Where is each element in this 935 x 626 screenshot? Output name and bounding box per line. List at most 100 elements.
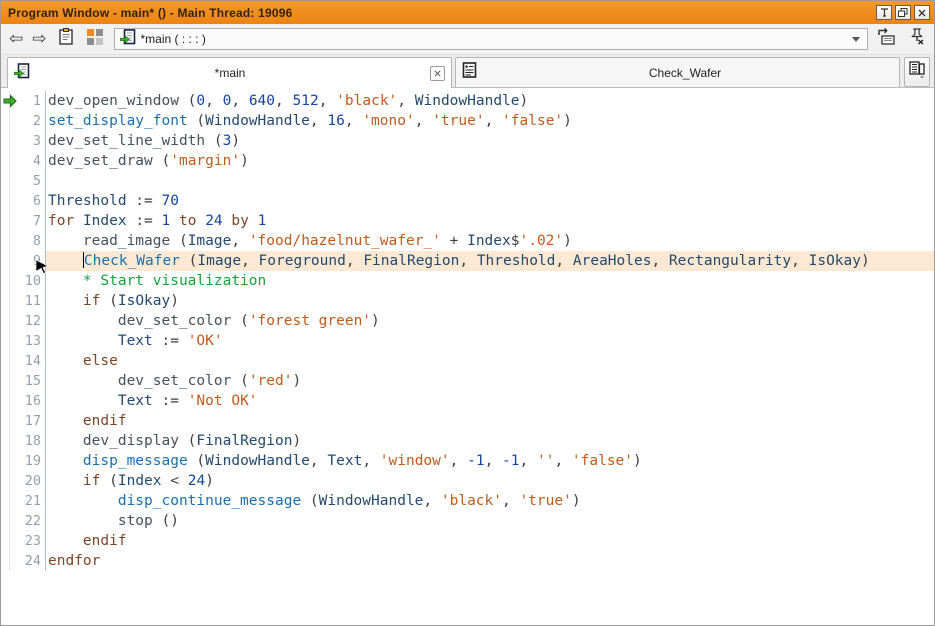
line-number[interactable]: 23 [1, 531, 46, 551]
line-number[interactable]: 5 [1, 171, 46, 191]
line-number[interactable]: 21 [1, 491, 46, 511]
line-number[interactable]: 14 [1, 351, 46, 371]
line-number[interactable]: 2 [1, 111, 46, 131]
code-text[interactable]: read_image (Image, 'food/hazelnut_wafer_… [46, 231, 934, 251]
code-text[interactable]: disp_message (WindowHandle, Text, 'windo… [46, 451, 934, 471]
dock-grid-button[interactable] [85, 29, 105, 49]
tab-list-button[interactable] [904, 57, 930, 87]
line-number[interactable]: 20 [1, 471, 46, 491]
code-line[interactable]: 22 stop () [1, 511, 934, 531]
code-line[interactable]: 12 dev_set_color ('forest green') [1, 311, 934, 331]
code-line[interactable]: 17 endif [1, 411, 934, 431]
line-number[interactable]: 7 [1, 211, 46, 231]
instruction-pointer-icon [3, 94, 17, 108]
restore-window-button[interactable] [895, 5, 911, 20]
code-line[interactable]: 1dev_open_window (0, 0, 640, 512, 'black… [1, 91, 934, 111]
jump-to-procedure-button[interactable] [877, 29, 897, 49]
code-text[interactable]: Check_Wafer (Image, Foreground, FinalReg… [46, 251, 934, 271]
code-text[interactable]: Threshold := 70 [46, 191, 934, 211]
jump-to-icon [878, 28, 896, 50]
code-text[interactable]: else [46, 351, 934, 371]
code-text[interactable]: dev_set_color ('forest green') [46, 311, 934, 331]
line-number[interactable]: 22 [1, 511, 46, 531]
line-number[interactable]: 4 [1, 151, 46, 171]
code-line[interactable]: 20 if (Index < 24) [1, 471, 934, 491]
code-text[interactable] [46, 171, 934, 191]
code-text[interactable]: disp_continue_message (WindowHandle, 'bl… [46, 491, 934, 511]
code-lines: 1dev_open_window (0, 0, 640, 512, 'black… [1, 91, 934, 571]
program-icon [14, 63, 30, 84]
line-number[interactable]: 11 [1, 291, 46, 311]
tab-main-label: *main [30, 66, 430, 80]
line-number[interactable]: 15 [1, 371, 46, 391]
navigate-back-button[interactable]: ⇦ [9, 31, 23, 48]
code-line[interactable]: 16 Text := 'Not OK' [1, 391, 934, 411]
clipboard-icon [58, 28, 74, 50]
program-icon [120, 29, 136, 50]
code-text[interactable]: Text := 'OK' [46, 331, 934, 351]
code-text[interactable]: stop () [46, 511, 934, 531]
title-bar[interactable]: Program Window - main* () - Main Thread:… [1, 1, 934, 24]
tab-main[interactable]: *main [7, 57, 452, 88]
code-text[interactable]: set_display_font (WindowHandle, 16, 'mon… [46, 111, 934, 131]
code-text[interactable]: dev_display (FinalRegion) [46, 431, 934, 451]
line-number[interactable]: 3 [1, 131, 46, 151]
line-number[interactable]: 1 [1, 91, 46, 111]
line-number[interactable]: 24 [1, 551, 46, 571]
code-text[interactable]: endfor [46, 551, 934, 571]
code-text[interactable]: dev_open_window (0, 0, 640, 512, 'black'… [46, 91, 934, 111]
code-text[interactable]: dev_set_draw ('margin') [46, 151, 934, 171]
line-number[interactable]: 6 [1, 191, 46, 211]
code-editor[interactable]: 1dev_open_window (0, 0, 640, 512, 'black… [1, 88, 934, 625]
line-number[interactable]: 19 [1, 451, 46, 471]
tab-bar: *main Check_Wafer [1, 55, 934, 88]
code-text[interactable]: if (Index < 24) [46, 471, 934, 491]
code-line[interactable]: 19 disp_message (WindowHandle, Text, 'wi… [1, 451, 934, 471]
mouse-cursor [36, 259, 49, 278]
code-text[interactable]: endif [46, 411, 934, 431]
code-line[interactable]: 7for Index := 1 to 24 by 1 [1, 211, 934, 231]
code-line[interactable]: 15 dev_set_color ('red') [1, 371, 934, 391]
code-line[interactable]: 21 disp_continue_message (WindowHandle, … [1, 491, 934, 511]
line-number[interactable]: 12 [1, 311, 46, 331]
code-line[interactable]: 5 [1, 171, 934, 191]
code-line[interactable]: 6Threshold := 70 [1, 191, 934, 211]
code-line[interactable]: 2set_display_font (WindowHandle, 16, 'mo… [1, 111, 934, 131]
code-line[interactable]: 23 endif [1, 531, 934, 551]
close-icon [434, 70, 441, 77]
procedure-icon [462, 62, 477, 83]
code-line[interactable]: 14 else [1, 351, 934, 371]
code-line[interactable]: 18 dev_display (FinalRegion) [1, 431, 934, 451]
clipboard-button[interactable] [56, 29, 76, 49]
code-line[interactable]: 10 * Start visualization [1, 271, 934, 291]
line-number[interactable]: 16 [1, 391, 46, 411]
unpin-button[interactable] [906, 29, 926, 49]
code-line[interactable]: 4dev_set_draw ('margin') [1, 151, 934, 171]
pin-icon [880, 8, 889, 17]
code-line[interactable]: 9 Check_Wafer (Image, Foreground, FinalR… [1, 251, 934, 271]
code-line[interactable]: 8 read_image (Image, 'food/hazelnut_wafe… [1, 231, 934, 251]
code-text[interactable]: endif [46, 531, 934, 551]
code-text[interactable]: Text := 'Not OK' [46, 391, 934, 411]
tab-check-wafer[interactable]: Check_Wafer [455, 57, 900, 87]
line-number[interactable]: 18 [1, 431, 46, 451]
procedure-selector[interactable]: *main ( : : : ) [114, 28, 869, 50]
tab-close-button[interactable] [430, 66, 445, 81]
navigate-forward-button[interactable]: ⇨ [32, 31, 46, 48]
program-window: Program Window - main* () - Main Thread:… [0, 0, 935, 626]
chevron-down-icon[interactable] [852, 37, 860, 42]
line-number[interactable]: 13 [1, 331, 46, 351]
code-text[interactable]: dev_set_line_width (3) [46, 131, 934, 151]
close-window-button[interactable] [914, 5, 930, 20]
line-number[interactable]: 17 [1, 411, 46, 431]
code-line[interactable]: 3dev_set_line_width (3) [1, 131, 934, 151]
code-text[interactable]: for Index := 1 to 24 by 1 [46, 211, 934, 231]
code-text[interactable]: dev_set_color ('red') [46, 371, 934, 391]
code-line[interactable]: 13 Text := 'OK' [1, 331, 934, 351]
code-line[interactable]: 24endfor [1, 551, 934, 571]
line-number[interactable]: 8 [1, 231, 46, 251]
code-text[interactable]: if (IsOkay) [46, 291, 934, 311]
code-text[interactable]: * Start visualization [46, 271, 934, 291]
pin-window-button[interactable] [876, 5, 892, 20]
code-line[interactable]: 11 if (IsOkay) [1, 291, 934, 311]
